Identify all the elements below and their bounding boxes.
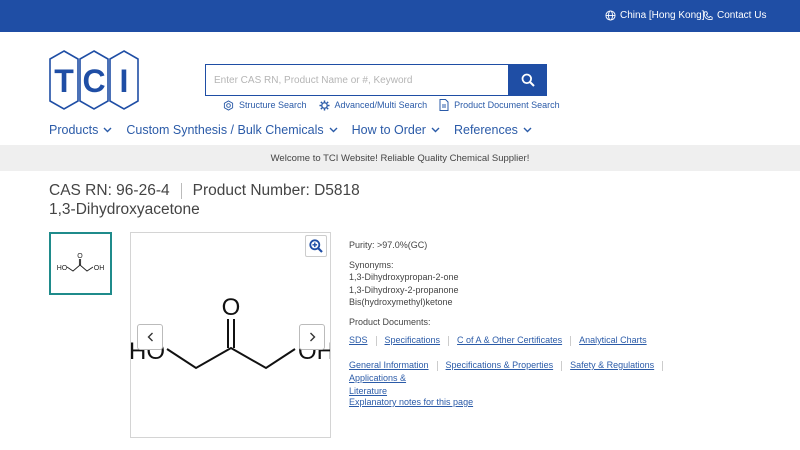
nav-custom-synthesis-label: Custom Synthesis / Bulk Chemicals xyxy=(126,123,324,137)
structure-search-label: Structure Search xyxy=(239,100,307,110)
welcome-text: Welcome to TCI Website! Reliable Quality… xyxy=(270,152,530,164)
specifications-properties-link[interactable]: Specifications & Properties xyxy=(446,359,554,372)
search-links: Structure Search Advanced/Multi Search P… xyxy=(223,99,564,111)
specifications-link[interactable]: Specifications xyxy=(385,334,441,347)
advanced-search-label: Advanced/Multi Search xyxy=(334,100,428,110)
gear-icon xyxy=(318,99,330,111)
logo-letter-i: I xyxy=(120,63,129,99)
prev-image-button[interactable] xyxy=(137,324,163,350)
document-search-link[interactable]: Product Document Search xyxy=(439,99,560,111)
cas-number: CAS RN: 96-26-4 xyxy=(49,182,170,199)
product-documents-label: Product Documents: xyxy=(349,317,431,327)
top-bar: China [Hong Kong] Contact Us xyxy=(0,0,800,32)
coa-link[interactable]: C of A & Other Certificates xyxy=(457,334,562,347)
zoom-button[interactable] xyxy=(305,235,327,257)
title-separator xyxy=(180,183,182,199)
globe-icon xyxy=(605,10,616,21)
product-name: 1,3-Dihydroxyacetone xyxy=(49,201,200,218)
thumb-label-ho: HO xyxy=(57,265,68,272)
zoom-in-icon xyxy=(309,239,323,253)
explanatory-notes-link[interactable]: Explanatory notes for this page xyxy=(349,397,473,407)
thumb-label-oh: OH xyxy=(94,265,105,272)
chevron-right-icon xyxy=(309,332,315,342)
link-divider xyxy=(448,336,450,346)
chevron-down-icon xyxy=(431,127,440,133)
info-links: General Information Specifications & Pro… xyxy=(349,359,729,398)
structure-viewer: HO O OH xyxy=(130,232,331,438)
nav-how-to-order-label: How to Order xyxy=(351,123,426,137)
main-nav: Products Custom Synthesis / Bulk Chemica… xyxy=(49,123,532,137)
document-icon xyxy=(439,99,449,111)
chevron-down-icon xyxy=(523,127,532,133)
phone-icon xyxy=(703,10,713,20)
nav-references[interactable]: References xyxy=(454,123,532,137)
nav-products-label: Products xyxy=(49,123,99,137)
chevron-down-icon xyxy=(329,127,338,133)
sds-link[interactable]: SDS xyxy=(349,334,368,347)
synonyms-label: Synonyms: xyxy=(349,260,394,270)
product-number: Product Number: D5818 xyxy=(192,182,360,199)
analytical-charts-link[interactable]: Analytical Charts xyxy=(579,334,647,347)
link-divider xyxy=(662,361,664,371)
tci-logo[interactable]: T C I xyxy=(49,50,139,110)
purity: Purity: >97.0%(GC) xyxy=(349,240,428,250)
safety-regulations-link[interactable]: Safety & Regulations xyxy=(570,359,654,372)
thumb-label-o: O xyxy=(77,253,83,260)
contact-label: Contact Us xyxy=(717,10,767,21)
document-search-label: Product Document Search xyxy=(454,100,560,110)
structure-label-o: O xyxy=(222,294,241,321)
nav-products[interactable]: Products xyxy=(49,123,112,137)
next-image-button[interactable] xyxy=(299,324,325,350)
structure-search-link[interactable]: Structure Search xyxy=(223,99,307,111)
link-divider xyxy=(561,361,563,371)
region-label: China [Hong Kong] xyxy=(620,10,705,21)
advanced-search-link[interactable]: Advanced/Multi Search xyxy=(318,99,428,111)
document-links: SDS Specifications C of A & Other Certif… xyxy=(349,334,729,347)
logo-letter-t: T xyxy=(54,63,74,99)
structure-search-icon xyxy=(223,99,234,111)
welcome-banner: Welcome to TCI Website! Reliable Quality… xyxy=(0,145,800,171)
structure-thumbnail[interactable]: HO O OH xyxy=(49,232,112,295)
applications-literature-link[interactable]: Applications & Literature xyxy=(349,372,419,398)
nav-custom-synthesis[interactable]: Custom Synthesis / Bulk Chemicals xyxy=(126,123,338,137)
search-bar xyxy=(205,64,547,96)
chevron-left-icon xyxy=(147,332,153,342)
chevron-down-icon xyxy=(103,127,112,133)
synonym-item: 1,3-Dihydroxy-2-propanone xyxy=(349,284,459,295)
product-title-line: CAS RN: 96-26-4 Product Number: D5818 xyxy=(49,182,360,200)
nav-how-to-order[interactable]: How to Order xyxy=(352,123,440,137)
search-input[interactable] xyxy=(205,64,508,96)
search-button[interactable] xyxy=(508,64,547,96)
synonym-item: Bis(hydroxymethyl)ketone xyxy=(349,297,453,307)
contact-link[interactable]: Contact Us xyxy=(703,10,766,21)
link-divider xyxy=(570,336,572,346)
synonym-item: 1,3-Dihydroxypropan-2-one xyxy=(349,272,459,282)
link-divider xyxy=(375,336,377,346)
link-divider xyxy=(436,361,438,371)
nav-references-label: References xyxy=(453,123,518,137)
search-icon xyxy=(521,73,535,87)
region-selector[interactable]: China [Hong Kong] xyxy=(605,10,705,21)
logo-letter-c: C xyxy=(82,63,105,99)
general-information-link[interactable]: General Information xyxy=(349,359,429,372)
